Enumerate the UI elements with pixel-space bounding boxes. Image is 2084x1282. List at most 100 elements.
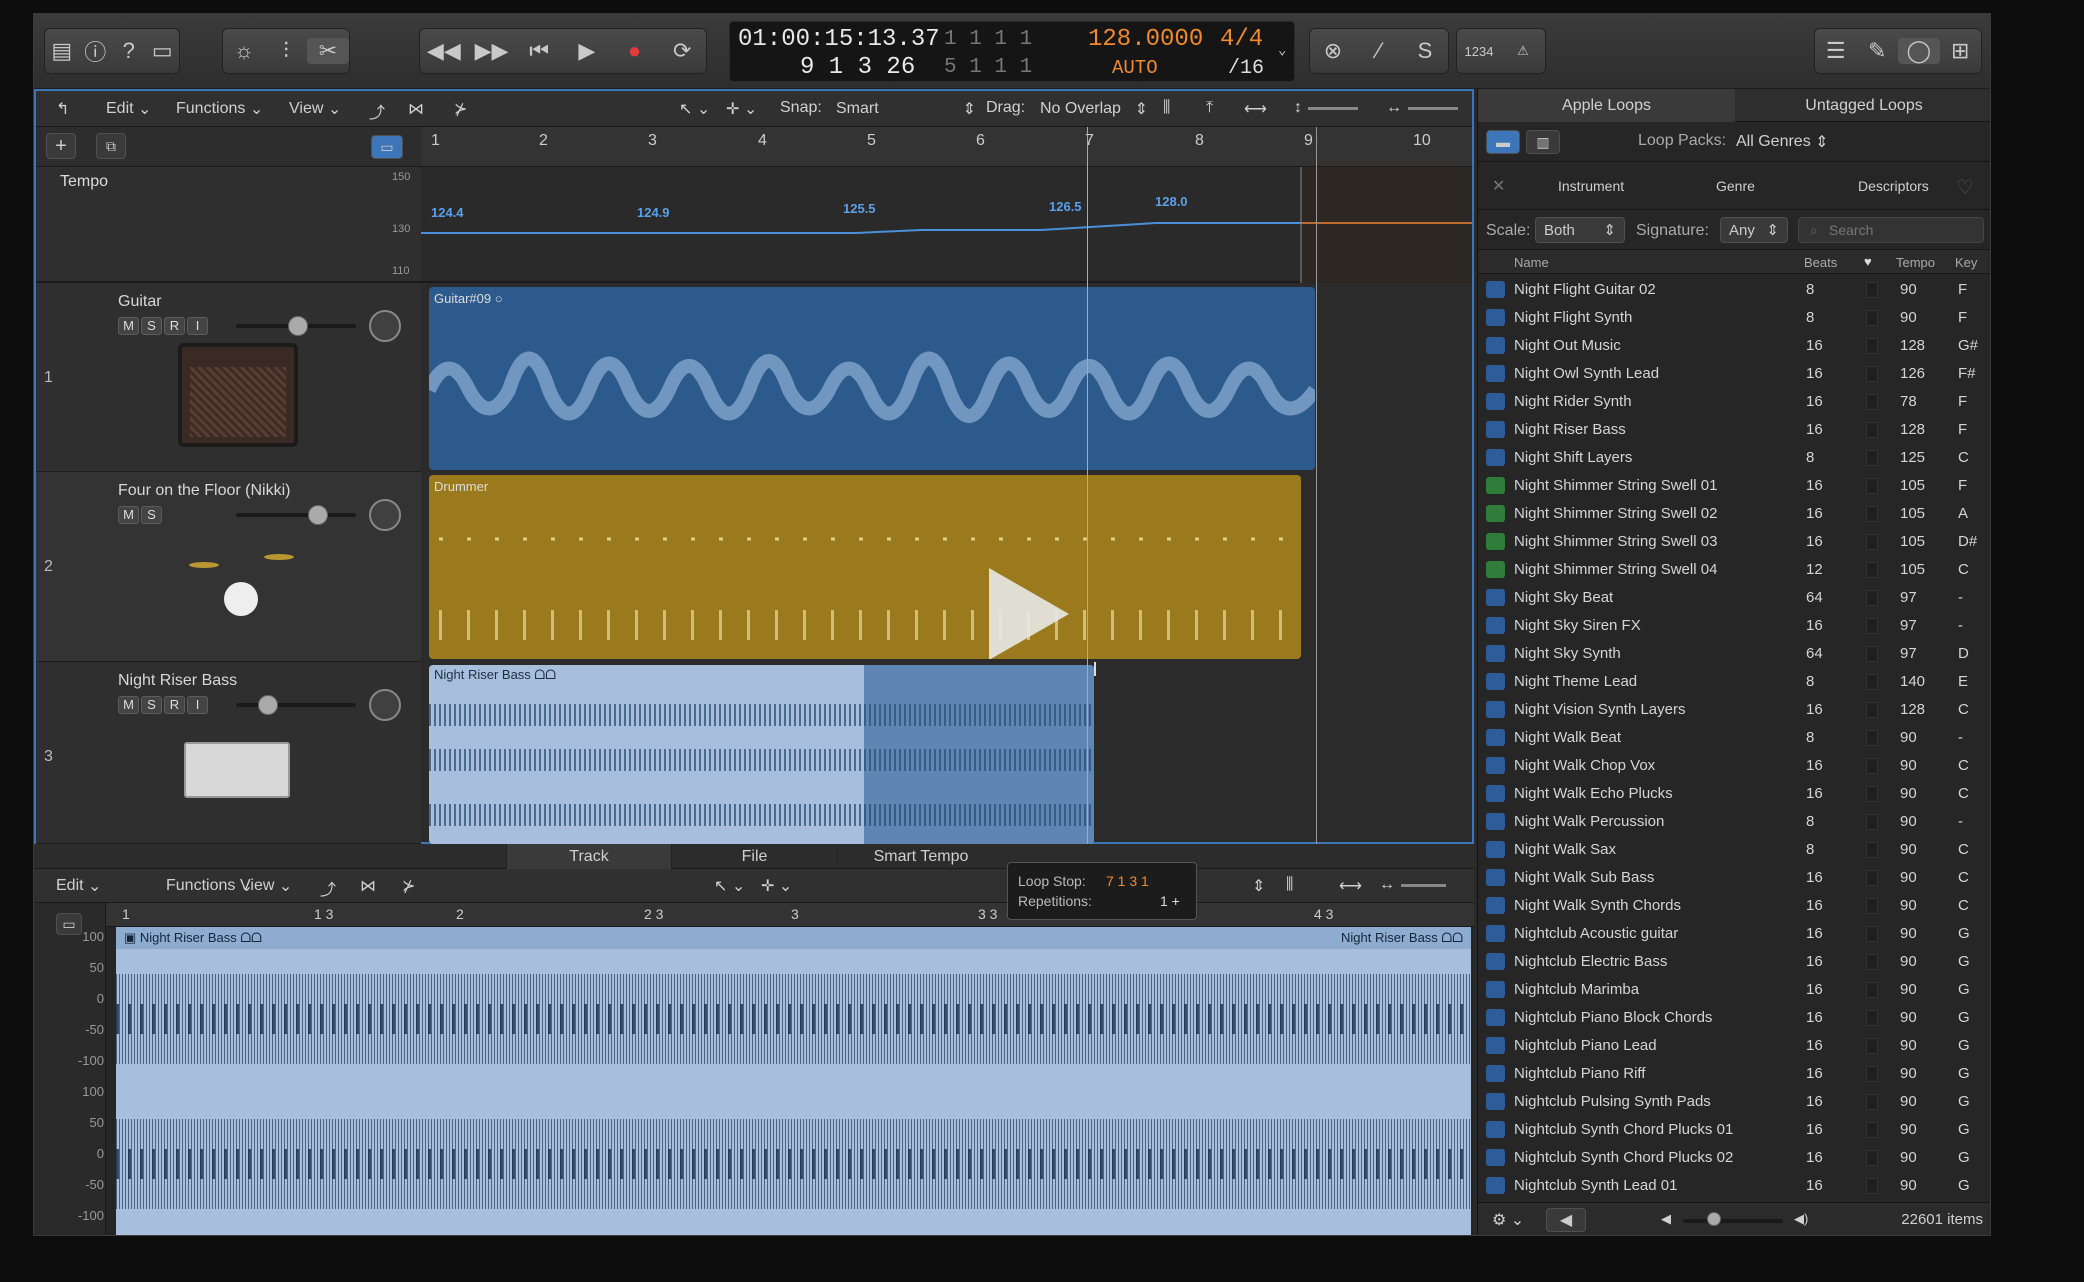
vertical-zoom-slider[interactable]: ↕ (1294, 99, 1374, 117)
preview-volume-slider[interactable] (1683, 1212, 1783, 1226)
duplicate-track-icon[interactable]: ⧉ (96, 133, 126, 159)
loop-row[interactable]: Night Rider Synth 16 78 F (1478, 388, 1990, 416)
editors-scissors-icon[interactable]: ✂ (307, 38, 349, 64)
loop-row[interactable]: Nightclub Piano Lead 16 90 G (1478, 1032, 1990, 1060)
pan-knob[interactable] (369, 499, 401, 531)
loop-favorite-checkbox[interactable] (1866, 646, 1878, 662)
mixer-icon[interactable]: ⫶ (265, 38, 307, 64)
project-end-marker[interactable] (1316, 127, 1317, 844)
editor-edit-menu[interactable]: Edit ⌄ (56, 876, 101, 896)
view-menu[interactable]: View ⌄ (289, 99, 341, 119)
tempo-point-1[interactable]: 124.4 (431, 205, 464, 220)
lcd-display[interactable]: 01:00:15:13.37 9 1 3 26 1 1 1 1 5 1 1 1 … (729, 21, 1295, 82)
column-key[interactable]: Key (1955, 255, 1977, 270)
region-night-riser-bass[interactable]: Night Riser Bass ᗝᗝ (429, 665, 1094, 844)
lcd-chevron-icon[interactable]: ⌄ (1278, 42, 1286, 59)
loop-row[interactable]: Night Walk Chop Vox 16 90 C (1478, 752, 1990, 780)
snap-select[interactable]: Smart ⇕ (836, 99, 976, 119)
smart-controls-icon[interactable]: ☼ (223, 38, 265, 64)
loop-row[interactable]: Night Flight Guitar 02 8 90 F (1478, 276, 1990, 304)
editor-region[interactable]: ▣ Night Riser Bass ᗝᗝ Night Riser Bass ᗝ… (116, 927, 1471, 1235)
loop-row[interactable]: Nightclub Piano Riff 16 90 G (1478, 1060, 1990, 1088)
gear-icon[interactable]: ⚙ ⌄ (1492, 1210, 1524, 1230)
tab-file[interactable]: File (672, 844, 838, 869)
track-header-drummer[interactable]: 2 Four on the Floor (Nikki) MS (36, 472, 421, 662)
loop-row[interactable]: Night Flight Synth 8 90 F (1478, 304, 1990, 332)
loop-favorite-checkbox[interactable] (1866, 618, 1878, 634)
global-tracks-icon[interactable]: ▭ (371, 135, 403, 159)
pan-knob[interactable] (369, 310, 401, 342)
replace-icon[interactable]: ⊗ (1310, 38, 1356, 64)
track-name[interactable]: Guitar (118, 293, 162, 311)
loop-row[interactable]: Night Shift Layers 8 125 C (1478, 444, 1990, 472)
loop-row[interactable]: Night Sky Siren FX 16 97 - (1478, 612, 1990, 640)
loop-row[interactable]: Nightclub Synth Chord Plucks 02 16 90 G (1478, 1144, 1990, 1172)
loop-favorite-checkbox[interactable] (1866, 506, 1878, 522)
loop-row[interactable]: Night Shimmer String Swell 04 12 105 C (1478, 556, 1990, 584)
loop-row[interactable]: Night Walk Sub Bass 16 90 C (1478, 864, 1990, 892)
region-drummer[interactable]: Drummer (429, 475, 1301, 659)
column-name[interactable]: Name (1514, 255, 1549, 270)
button-view-icon[interactable]: ▬ (1486, 130, 1520, 154)
record-icon[interactable]: ● (611, 38, 659, 64)
automation-icon[interactable]: ⤴ (369, 99, 385, 123)
loop-favorite-checkbox[interactable] (1866, 366, 1878, 382)
volume-slider[interactable] (236, 695, 356, 715)
tempo-point-4[interactable]: 126.5 (1049, 199, 1082, 214)
fast-forward-icon[interactable]: ▶▶ (468, 38, 516, 64)
loop-row[interactable]: Nightclub Synth Chord Plucks 01 16 90 G (1478, 1116, 1990, 1144)
note-pad-icon[interactable]: ✎ (1857, 38, 1899, 64)
loop-favorite-checkbox[interactable] (1866, 1066, 1878, 1082)
tempo-point-5[interactable]: 128.0 (1155, 194, 1188, 209)
library-icon[interactable]: ▤ (45, 38, 79, 64)
browsers-icon[interactable]: ⊞ (1940, 38, 1982, 64)
loop-favorite-checkbox[interactable] (1866, 674, 1878, 690)
pan-knob[interactable] (369, 689, 401, 721)
signature-select[interactable]: Any ⇕ (1720, 217, 1788, 243)
column-view-icon[interactable]: ▥ (1526, 130, 1560, 154)
solo-button[interactable]: S (141, 506, 162, 524)
loop-packs-select[interactable]: All Genres ⇕ (1736, 132, 1829, 152)
loop-row[interactable]: Nightclub Piano Block Chords 16 90 G (1478, 1004, 1990, 1032)
loop-row[interactable]: Night Shimmer String Swell 01 16 105 F (1478, 472, 1990, 500)
tuner-icon[interactable]: ⁄ (1356, 38, 1402, 64)
loop-favorite-checkbox[interactable] (1866, 814, 1878, 830)
add-track-button[interactable]: + (46, 133, 76, 159)
tab-untagged-loops[interactable]: Untagged Loops (1735, 89, 1990, 122)
editor-flex-icon[interactable]: ⋈ (360, 876, 376, 896)
track-header-night-riser-bass[interactable]: 3 Night Riser Bass MSRI (36, 662, 421, 844)
solo-icon[interactable]: S (1402, 38, 1448, 64)
loop-favorite-checkbox[interactable] (1866, 590, 1878, 606)
bar-ruler[interactable]: 1 2 3 4 5 6 7 8 9 10 (421, 127, 1472, 167)
favorites-heart-icon[interactable]: ♡ (1956, 175, 1974, 200)
cycle-icon[interactable]: ⟳ (658, 38, 706, 64)
waveform-zoom-icon[interactable]: ⫼ (1163, 99, 1170, 117)
input-monitor-button[interactable]: I (187, 317, 208, 335)
column-beats[interactable]: Beats (1804, 255, 1837, 270)
tab-apple-loops[interactable]: Apple Loops (1478, 89, 1735, 122)
tab-track[interactable]: Track (506, 844, 672, 869)
loop-row[interactable]: Night Theme Lead 8 140 E (1478, 668, 1990, 696)
edit-menu[interactable]: Edit ⌄ (106, 99, 151, 119)
input-monitor-button[interactable]: I (187, 696, 208, 714)
quick-help-icon[interactable]: ? (112, 38, 146, 64)
list-editors-icon[interactable]: ☰ (1815, 38, 1857, 64)
loop-favorite-checkbox[interactable] (1866, 338, 1878, 354)
editor-pencil-tool-icon[interactable]: ✛ ⌄ (761, 876, 792, 896)
region-guitar[interactable]: Guitar#09 ○ (429, 287, 1315, 470)
track-header-guitar[interactable]: 1 Guitar MSRI (36, 283, 421, 472)
volume-slider[interactable] (236, 505, 356, 525)
editor-catch-icon[interactable]: ⊁ (402, 876, 415, 896)
editor-fit-icon[interactable]: ⟷ (1339, 876, 1362, 896)
loop-favorite-checkbox[interactable] (1866, 450, 1878, 466)
record-enable-button[interactable]: R (164, 317, 185, 335)
loop-favorite-checkbox[interactable] (1866, 870, 1878, 886)
mute-button[interactable]: M (118, 696, 139, 714)
loop-cursor-icon[interactable] (1094, 662, 1100, 676)
loop-row[interactable]: Night Sky Beat 64 97 - (1478, 584, 1990, 612)
solo-button[interactable]: S (141, 317, 162, 335)
editor-snap-chevron-icon[interactable]: ⇕ (1252, 876, 1265, 896)
loop-favorite-checkbox[interactable] (1866, 1010, 1878, 1026)
loop-row[interactable]: Nightclub Acoustic guitar 16 90 G (1478, 920, 1990, 948)
loop-favorite-checkbox[interactable] (1866, 786, 1878, 802)
